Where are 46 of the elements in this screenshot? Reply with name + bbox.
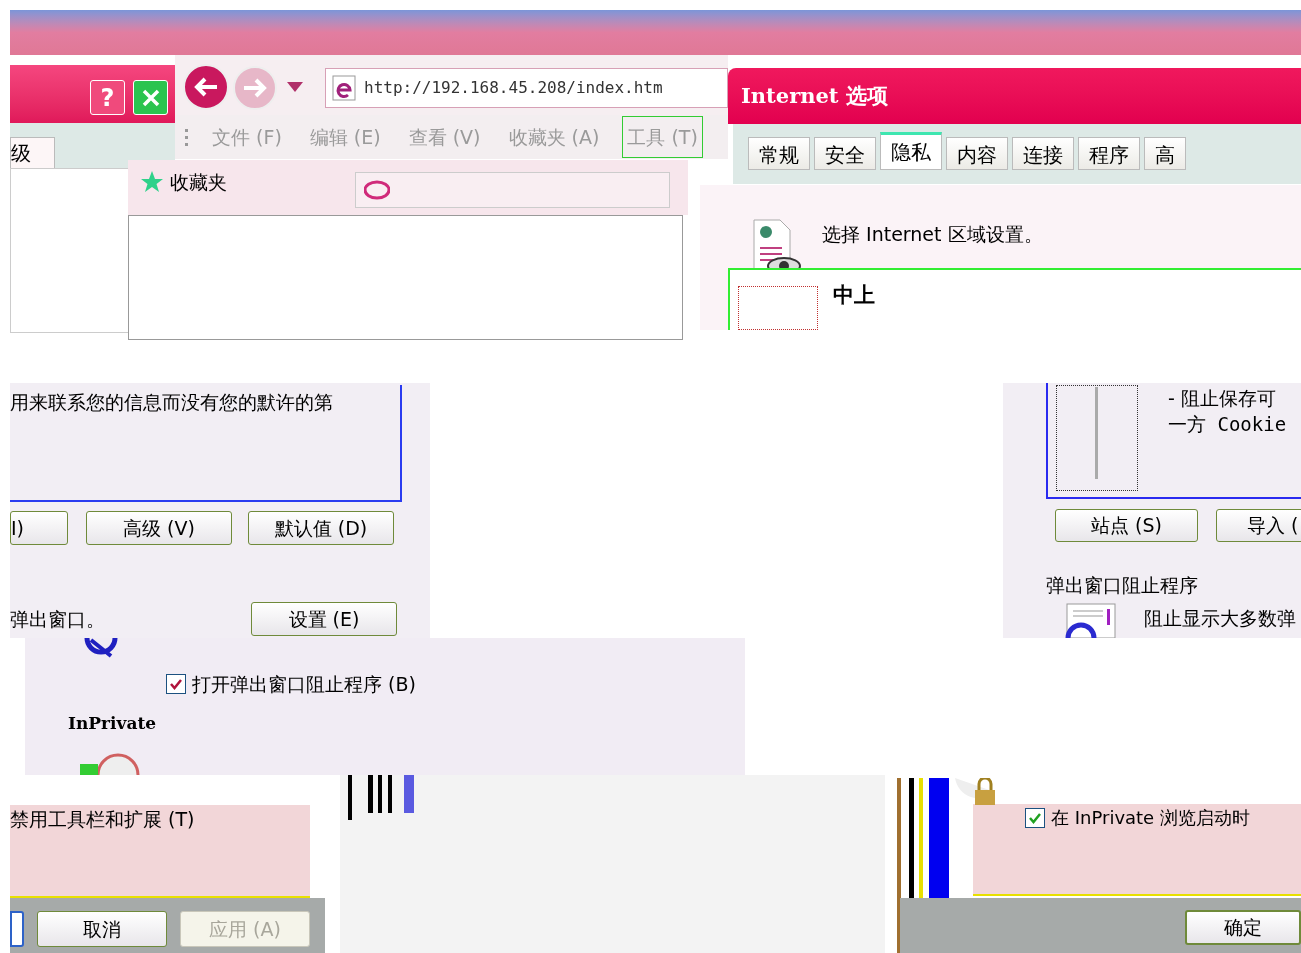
address-field[interactable]: http://192.168.45.208/index.htm <box>325 68 728 108</box>
settings-button[interactable]: 设置 (E) <box>251 602 397 636</box>
popup-description: 阻止显示大多数弹 <box>1144 606 1296 631</box>
description-text: - 阻止保存可 <box>1168 386 1277 411</box>
dialog-button[interactable]: 取消 <box>37 911 167 947</box>
page-icon <box>332 75 356 101</box>
dialog-button[interactable]: 高级 (V) <box>86 511 232 545</box>
section-heading: 弹出窗口阻止程序 <box>1046 573 1198 598</box>
dialog-tab[interactable]: 级 <box>10 137 55 169</box>
popup-text: 弹出窗口。 <box>10 607 105 632</box>
checkbox-label: 禁用工具栏和扩展 (T) <box>10 807 195 832</box>
favorites-button[interactable]: 收藏夹 <box>140 168 227 197</box>
dialog-tab[interactable]: 连接 <box>1012 137 1074 170</box>
star-icon <box>140 170 164 195</box>
dialog-tab[interactable]: 常规 <box>748 137 810 170</box>
description-text: 用来联系您的信息而没有您的默许的第 <box>10 390 333 415</box>
zone-text: 选择 Internet 区域设置。 <box>822 222 1043 247</box>
dialog-title: Internet 选项 <box>741 82 888 111</box>
blocked-window-icon <box>1063 603 1117 638</box>
section-heading: InPrivate <box>68 712 157 735</box>
dialog-tab[interactable]: 内容 <box>946 137 1008 170</box>
dialog-button[interactable]: 导入 ( <box>1216 509 1301 542</box>
ok-button[interactable] <box>10 911 24 947</box>
browser-logo-icon <box>364 179 390 201</box>
dropdown-caret-icon[interactable] <box>287 82 303 92</box>
help-button[interactable]: ? <box>90 80 125 115</box>
checkbox-label: 在 InPrivate 浏览启动时 <box>1051 806 1250 830</box>
dialog-button[interactable]: 站点 (S) <box>1055 509 1198 542</box>
ok-button[interactable]: 确定 <box>1185 910 1301 945</box>
dialog-button[interactable]: 默认值 (D) <box>248 511 394 545</box>
blocked-sign-icon <box>84 638 118 660</box>
checkbox[interactable] <box>166 674 186 695</box>
close-icon <box>140 87 161 108</box>
dialog-tab[interactable]: 安全 <box>814 137 876 170</box>
checkbox-label: 打开弹出窗口阻止程序 (B) <box>192 672 416 697</box>
dialog-tab[interactable]: 隐私 <box>880 132 942 170</box>
check-icon <box>169 677 183 692</box>
description-text: 一方 Cookie <box>1168 412 1287 437</box>
forward-arrow-icon <box>242 77 268 99</box>
dialog-button[interactable]: I) <box>10 511 68 545</box>
privacy-level: 中上 <box>833 282 875 309</box>
checkbox[interactable] <box>1025 807 1045 828</box>
back-arrow-icon <box>193 76 219 98</box>
dialog-tab[interactable]: 高 <box>1144 137 1186 170</box>
grip-icon <box>185 127 189 147</box>
dialog-tab[interactable]: 程序 <box>1078 137 1140 170</box>
